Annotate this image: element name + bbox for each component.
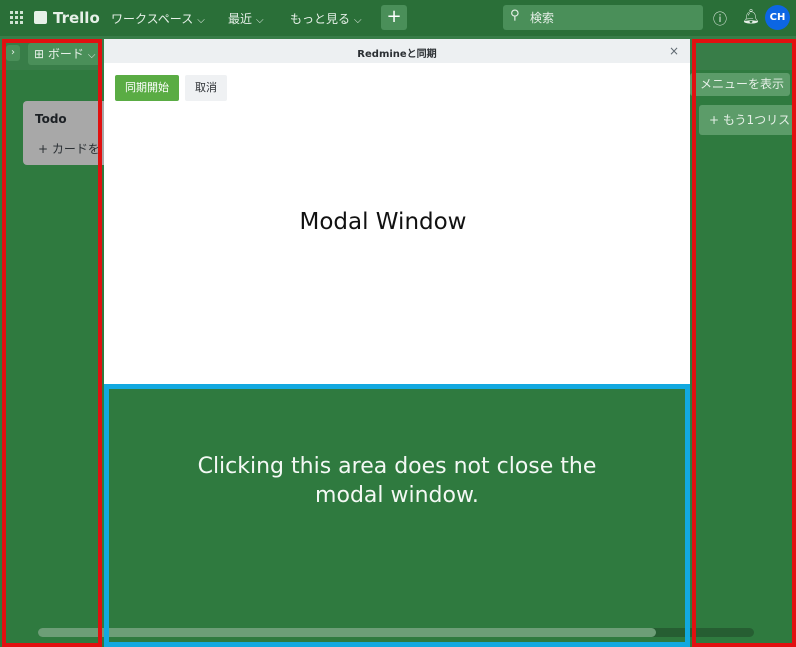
- info-icon[interactable]: ⓘ: [713, 9, 727, 29]
- start-sync-button[interactable]: 同期開始: [115, 75, 179, 101]
- close-icon[interactable]: ×: [669, 44, 679, 58]
- modal-body-label: Modal Window: [299, 209, 467, 235]
- nav-more[interactable]: もっと見る ⌵: [290, 10, 362, 27]
- app-switcher-icon[interactable]: [10, 11, 23, 24]
- search-box[interactable]: ⚲: [503, 5, 703, 30]
- search-icon: ⚲: [510, 8, 520, 23]
- create-button[interactable]: +: [381, 5, 407, 30]
- outside-click-area-left[interactable]: [2, 39, 102, 647]
- chevron-down-icon: ⌵: [256, 15, 264, 26]
- search-input[interactable]: [528, 8, 697, 28]
- modal-title: Redmineと同期: [357, 49, 437, 60]
- notifications-bell-icon[interactable]: 🔔︎: [742, 9, 760, 25]
- outside-click-area-right[interactable]: [692, 39, 796, 647]
- trello-logo-icon: [34, 11, 47, 24]
- chevron-down-icon: ⌵: [197, 15, 205, 26]
- modal-header: Redmineと同期 ×: [104, 39, 690, 63]
- chevron-down-icon: ⌵: [354, 15, 362, 26]
- nav-workspaces[interactable]: ワークスペース ⌵: [111, 10, 205, 27]
- avatar[interactable]: CH: [765, 5, 790, 30]
- nav-recent[interactable]: 最近 ⌵: [228, 10, 264, 27]
- non-closing-area[interactable]: [104, 384, 690, 647]
- annotation-text: Clicking this area does not close the mo…: [197, 454, 597, 508]
- top-header: Trello ワークスペース⌵ 最近⌵ もっと見る⌵ + ⚲ ⓘ 🔔︎ CH: [0, 0, 796, 36]
- cancel-button[interactable]: 取消: [185, 75, 227, 101]
- sync-modal: Redmineと同期 × 同期開始 取消 Modal Window: [104, 39, 690, 384]
- trello-logo[interactable]: Trello: [34, 9, 100, 27]
